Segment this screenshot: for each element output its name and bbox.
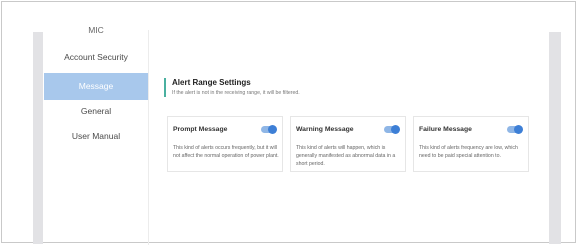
sidebar-item-message[interactable]: Message bbox=[44, 73, 148, 100]
alert-range-section-header: Alert Range Settings If the alert is not… bbox=[164, 78, 300, 97]
card-description: This kind of alerts occurs frequently, b… bbox=[173, 145, 279, 159]
right-gutter bbox=[549, 32, 561, 244]
sidebar-item-user-manual[interactable]: User Manual bbox=[44, 129, 148, 143]
section-title: Alert Range Settings bbox=[172, 78, 251, 87]
warning-message-toggle[interactable] bbox=[384, 125, 400, 134]
toggle-knob bbox=[514, 125, 523, 134]
prompt-message-toggle[interactable] bbox=[261, 125, 277, 134]
failure-message-card: Failure Message This kind of alerts freq… bbox=[413, 116, 529, 172]
toggle-knob bbox=[391, 125, 400, 134]
prompt-message-card: Prompt Message This kind of alerts occur… bbox=[167, 116, 283, 172]
card-description: This kind of alerts will happen, which i… bbox=[296, 145, 396, 167]
sidebar-item-mic[interactable]: MIC bbox=[44, 25, 148, 36]
card-title: Prompt Message bbox=[173, 126, 228, 133]
sidebar-item-general[interactable]: General bbox=[44, 104, 148, 118]
card-description: This kind of alerts frequency are low, w… bbox=[419, 145, 518, 159]
section-subtitle: If the alert is not in the receiving ran… bbox=[172, 90, 300, 96]
settings-sidebar: MIC Account Security Message General Use… bbox=[44, 25, 149, 245]
failure-message-toggle[interactable] bbox=[507, 125, 523, 134]
card-title: Failure Message bbox=[419, 126, 472, 133]
card-title: Warning Message bbox=[296, 126, 354, 133]
warning-message-card: Warning Message This kind of alerts will… bbox=[290, 116, 406, 172]
sidebar-item-account-security[interactable]: Account Security bbox=[44, 50, 148, 64]
left-gutter bbox=[33, 32, 43, 244]
toggle-knob bbox=[268, 125, 277, 134]
